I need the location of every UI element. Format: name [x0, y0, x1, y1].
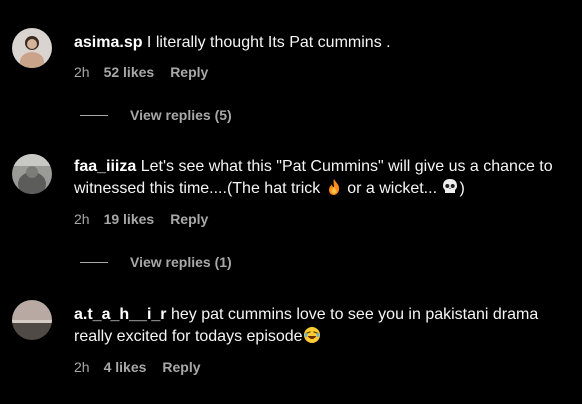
comment-meta: 2h 19 likes Reply — [74, 211, 224, 227]
divider-line — [80, 261, 108, 263]
laughing-emoji-icon — [303, 327, 320, 343]
comment-time: 2h — [74, 64, 90, 80]
view-replies-button[interactable]: View replies (1) — [80, 254, 232, 270]
comment-item: a.t_a_h__i_r hey pat cummins love to see… — [0, 296, 582, 396]
comment-username[interactable]: faa_iiiza — [74, 158, 136, 175]
likes-count[interactable]: 4 likes — [104, 359, 147, 375]
comment-meta: 2h 52 likes Reply — [74, 64, 224, 80]
likes-count[interactable]: 52 likes — [104, 64, 155, 80]
fire-emoji-icon — [328, 179, 339, 195]
view-replies-button[interactable]: View replies (5) — [80, 107, 232, 123]
comment-text: a.t_a_h__i_r hey pat cummins love to see… — [74, 306, 539, 345]
comment-text: faa_iiiza Let's see what this "Pat Cummi… — [74, 158, 553, 197]
comment-item: faa_iiiza Let's see what this "Pat Cummi… — [0, 150, 582, 250]
comment-time: 2h — [74, 211, 90, 227]
comment-meta: 2h 4 likes Reply — [74, 359, 217, 375]
reply-button[interactable]: Reply — [162, 359, 200, 375]
comment-text: asima.sp I literally thought Its Pat cum… — [74, 34, 391, 51]
avatar[interactable] — [12, 28, 52, 68]
comment-item: asima.sp I literally thought Its Pat cum… — [0, 0, 582, 100]
likes-count[interactable]: 19 likes — [104, 211, 155, 227]
reply-button[interactable]: Reply — [170, 64, 208, 80]
avatar[interactable] — [12, 300, 52, 340]
reply-button[interactable]: Reply — [170, 211, 208, 227]
skull-emoji-icon — [443, 179, 458, 193]
avatar[interactable] — [12, 154, 52, 194]
comment-username[interactable]: asima.sp — [74, 34, 142, 51]
comment-time: 2h — [74, 359, 90, 375]
divider-line — [80, 114, 108, 116]
comment-username[interactable]: a.t_a_h__i_r — [74, 306, 167, 323]
